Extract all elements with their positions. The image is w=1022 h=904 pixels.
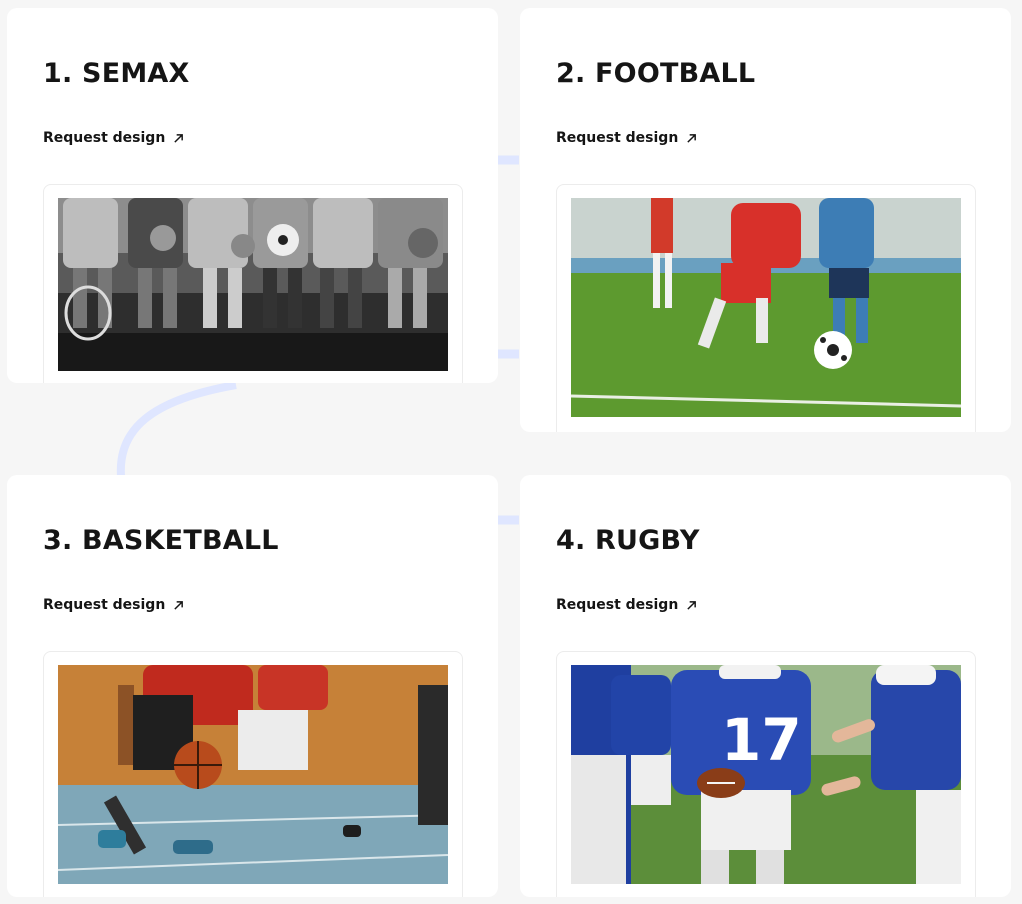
- sports-bench-photo: [58, 198, 448, 371]
- card-title: 4. RUGBY: [556, 525, 700, 556]
- football-photo: [571, 198, 961, 417]
- arrow-up-right-icon: [174, 133, 184, 143]
- arrow-up-right-icon: [687, 600, 697, 610]
- rugby-photo: 17: [571, 665, 961, 884]
- card-football: 2. FOOTBALL Request design: [520, 8, 1011, 432]
- request-design-label: Request design: [43, 130, 166, 146]
- card-title: 3. BASKETBALL: [43, 525, 279, 556]
- arrow-up-right-icon: [687, 133, 697, 143]
- request-design-link[interactable]: Request design: [43, 130, 184, 146]
- card-basketball: 3. BASKETBALL Request design: [7, 475, 498, 897]
- card-rugby: 4. RUGBY Request design 17: [520, 475, 1011, 897]
- image-frame: [43, 184, 463, 383]
- card-semax: 1. SEMAX Request design: [7, 8, 498, 383]
- image-frame: [43, 651, 463, 897]
- request-design-label: Request design: [43, 597, 166, 613]
- card-title: 2. FOOTBALL: [556, 58, 756, 89]
- request-design-link[interactable]: Request design: [556, 597, 697, 613]
- image-frame: 17: [556, 651, 976, 897]
- svg-text:17: 17: [721, 706, 802, 774]
- request-design-link[interactable]: Request design: [43, 597, 184, 613]
- image-frame: [556, 184, 976, 432]
- request-design-label: Request design: [556, 597, 679, 613]
- basketball-photo: [58, 665, 448, 884]
- arrow-up-right-icon: [174, 600, 184, 610]
- request-design-link[interactable]: Request design: [556, 130, 697, 146]
- card-title: 1. SEMAX: [43, 58, 190, 89]
- request-design-label: Request design: [556, 130, 679, 146]
